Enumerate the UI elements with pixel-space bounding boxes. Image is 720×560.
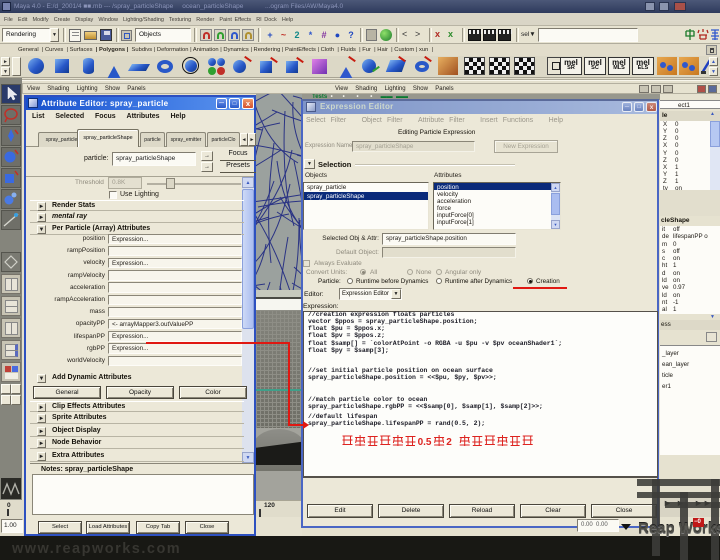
svg-text:2: 2 (446, 437, 452, 448)
svg-text:0.5: 0.5 (418, 437, 432, 448)
